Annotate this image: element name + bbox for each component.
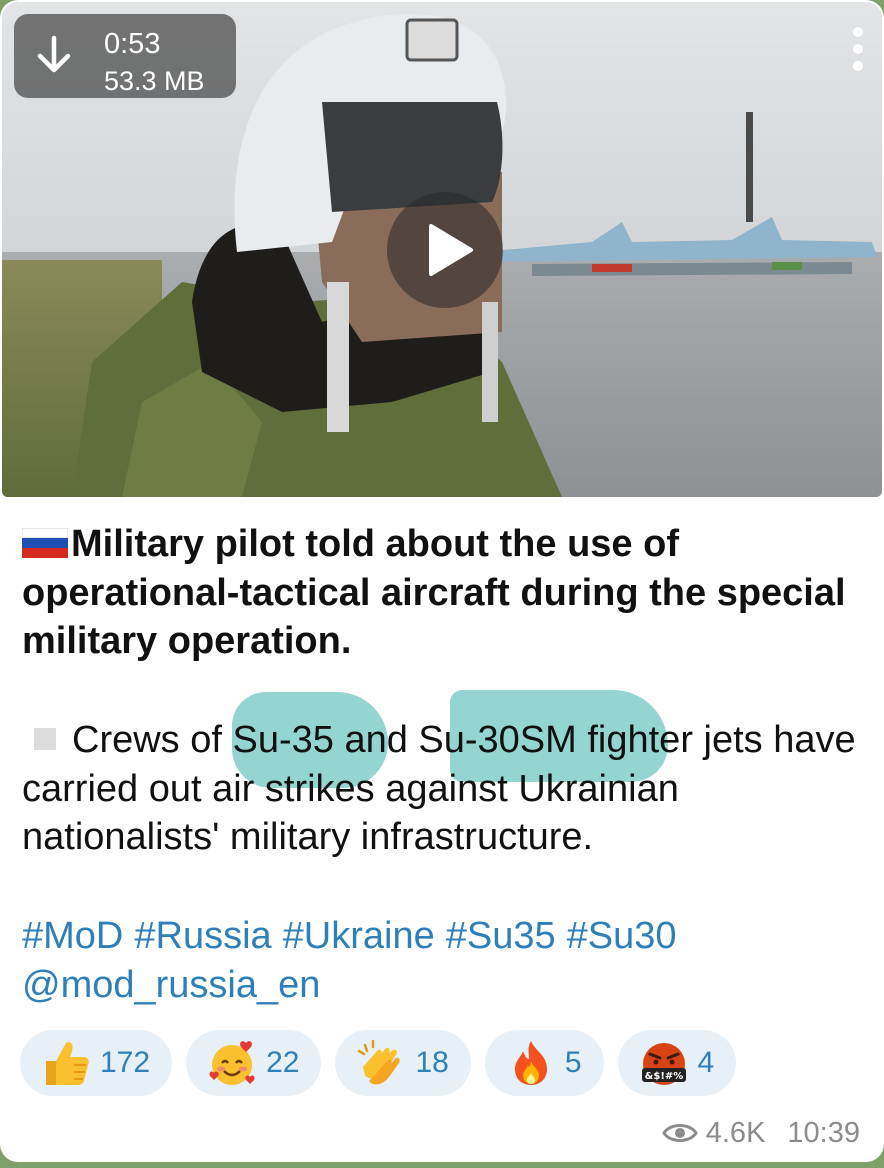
russian-flag-icon — [22, 528, 68, 558]
video-preview[interactable]: 0:53 53.3 MB — [2, 2, 882, 497]
post-body-text: Crews of Su-35 and Su-30SM fighter jets … — [22, 719, 856, 858]
reaction-clapping[interactable]: 18 — [335, 1030, 471, 1096]
hashtag-link[interactable]: #Su35 — [446, 915, 556, 957]
play-button[interactable] — [387, 192, 503, 308]
square-bullet-icon — [34, 728, 56, 750]
more-vertical-icon[interactable] — [848, 26, 868, 72]
message-time: 10:39 — [787, 1116, 860, 1149]
eye-icon — [661, 1124, 698, 1142]
post-body: Crews of Su-35 and Su-30SM fighter jets … — [22, 716, 862, 862]
hashtag-link[interactable]: #Ukraine — [283, 915, 435, 957]
fire-icon — [514, 1041, 547, 1085]
svg-text:&$!#%: &$!#% — [644, 1071, 683, 1082]
face-with-symbols-on-mouth-icon: &$!#% — [641, 1043, 686, 1085]
reaction-count: 5 — [564, 1046, 582, 1079]
message-footer: 4.6K 10:39 — [661, 1115, 860, 1151]
post-title: Military pilot told about the use of ope… — [22, 520, 862, 666]
reaction-thumbs-up[interactable]: 172 — [20, 1030, 173, 1096]
reaction-count: 4 — [697, 1046, 715, 1079]
reaction-smiling-hearts[interactable]: 22 — [186, 1030, 322, 1096]
thumbs-up-icon — [46, 1042, 89, 1085]
channel-mention-link[interactable]: @mod_russia_en — [22, 964, 320, 1006]
reaction-cursing[interactable]: &$!#% 4 — [617, 1030, 737, 1096]
reaction-count: 22 — [266, 1046, 300, 1079]
message-bubble: 0:53 53.3 MB Military pilot told about t… — [0, 0, 884, 1162]
hashtag-link[interactable]: #Su30 — [567, 915, 677, 957]
video-info-badge[interactable]: 0:53 53.3 MB — [14, 14, 236, 98]
reactions-bar: 172 22 18 5 &$!#% 4 — [20, 1030, 737, 1096]
reaction-count: 172 — [100, 1046, 151, 1079]
play-icon — [429, 224, 473, 276]
video-file-size: 53.3 MB — [104, 66, 205, 96]
post-title-text: Military pilot told about the use of ope… — [22, 523, 846, 662]
smiling-face-with-hearts-icon — [209, 1041, 255, 1085]
hashtag-link[interactable]: #Russia — [134, 915, 271, 957]
hashtags: #MoD #Russia #Ukraine #Su35 #Su30 @mod_russia… — [22, 912, 862, 1009]
download-arrow-icon[interactable] — [34, 34, 74, 78]
clapping-hands-icon — [358, 1039, 401, 1085]
view-count: 4.6K — [705, 1116, 766, 1149]
reaction-count: 18 — [415, 1046, 449, 1079]
reaction-fire[interactable]: 5 — [484, 1030, 604, 1096]
video-duration: 0:53 — [104, 28, 161, 60]
hashtag-link[interactable]: #MoD — [22, 915, 123, 957]
